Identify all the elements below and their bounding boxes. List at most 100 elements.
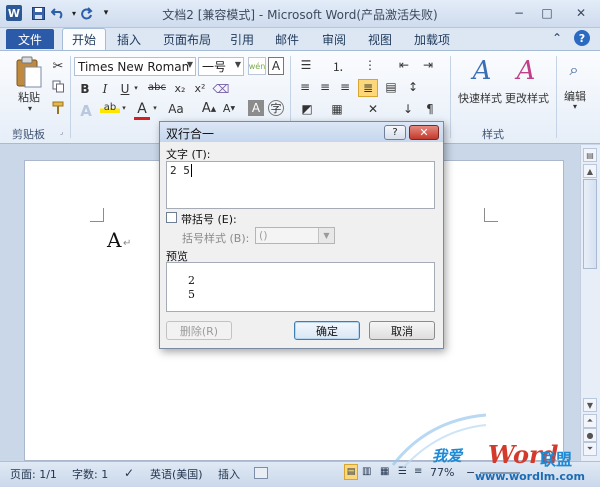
delete-button[interactable]: 删除(R) [166, 321, 232, 340]
show-marks-icon[interactable]: ¶ [420, 102, 440, 116]
multilevel-list-icon[interactable]: ⋮ [360, 58, 380, 72]
tab-references[interactable]: 引用 [230, 31, 254, 48]
status-word-count[interactable]: 字数: 1 [72, 466, 108, 482]
bullets-icon[interactable]: ☰ [296, 58, 316, 72]
paste-dropdown-icon[interactable]: ▾ [25, 104, 35, 113]
paste-icon[interactable] [14, 56, 44, 90]
format-painter-icon[interactable] [50, 100, 66, 116]
bracket-checkbox[interactable] [166, 212, 177, 223]
strikethrough-button[interactable]: abc [146, 82, 168, 93]
status-language[interactable]: 英语(美国) [150, 466, 203, 482]
full-screen-reading-icon[interactable]: ▥ [362, 466, 371, 477]
customize-quick-access-icon[interactable]: ▾ [98, 5, 114, 21]
align-center-icon[interactable]: ≡ [316, 80, 334, 94]
editing-dropdown-icon[interactable]: ▾ [570, 102, 580, 111]
bracket-checkbox-label[interactable]: 带括号 (E): [181, 211, 237, 227]
change-styles-button[interactable]: 更改样式 [502, 90, 552, 106]
clear-formatting-icon[interactable]: ⌫ [212, 82, 230, 96]
scroll-down-icon[interactable]: ▼ [583, 398, 597, 412]
copy-icon[interactable] [50, 78, 66, 94]
tab-page-layout[interactable]: 页面布局 [163, 31, 211, 48]
subscript-button[interactable]: x₂ [172, 82, 188, 95]
redo-icon[interactable] [78, 5, 94, 21]
select-browse-object-icon[interactable]: ● [583, 428, 597, 442]
clipboard-launcher-icon[interactable]: ⌟ [60, 128, 63, 136]
underline-button[interactable]: U [118, 82, 132, 96]
tab-addins[interactable]: 加载项 [414, 31, 450, 48]
text-input[interactable]: 2 5 [166, 161, 435, 209]
tab-mailings[interactable]: 邮件 [275, 31, 299, 48]
quick-styles-button[interactable]: 快速样式 [456, 90, 504, 106]
chevron-down-icon[interactable]: ▼ [235, 60, 241, 69]
dialog-help-button[interactable]: ? [384, 125, 406, 140]
font-color-dropdown-icon[interactable]: ▾ [151, 104, 159, 112]
next-page-icon[interactable]: ⏷ [583, 442, 597, 456]
tab-view[interactable]: 视图 [368, 31, 392, 48]
document-text[interactable]: A [107, 228, 121, 252]
status-page[interactable]: 页面: 1/1 [10, 466, 57, 482]
change-styles-icon[interactable]: A [506, 56, 546, 86]
justify-icon[interactable]: ≣ [358, 79, 378, 97]
proofing-icon[interactable]: ✓ [124, 466, 134, 480]
increase-indent-icon[interactable]: ⇥ [418, 58, 438, 72]
bold-button[interactable]: B [78, 82, 92, 96]
cancel-button[interactable]: 取消 [369, 321, 435, 340]
tab-file[interactable]: 文件 [6, 29, 54, 49]
paste-button[interactable]: 粘贴 [12, 90, 46, 104]
font-name-combo[interactable]: Times New Roman ▼ [74, 57, 196, 76]
italic-button[interactable]: I [98, 82, 112, 96]
line-spacing-icon[interactable]: ↕ [404, 80, 422, 94]
highlight-dropdown-icon[interactable]: ▾ [120, 104, 128, 112]
text-caret [190, 164, 192, 177]
distributed-icon[interactable]: ▤ [382, 80, 400, 94]
status-insert-mode[interactable]: 插入 [218, 466, 240, 482]
grow-font-icon[interactable]: A ▲ [202, 101, 216, 116]
close-window-button[interactable]: ✕ [566, 4, 596, 22]
borders-icon[interactable]: ▦ [326, 102, 348, 116]
ruler-toggle-icon[interactable]: ▤ [583, 148, 597, 162]
numbering-icon[interactable]: ⒈ [328, 58, 348, 75]
tab-home[interactable]: 开始 [72, 31, 96, 48]
shrink-font-icon[interactable]: A ▼ [222, 102, 236, 115]
save-icon[interactable] [30, 5, 46, 21]
find-binoculars-icon[interactable]: ⌕ [564, 58, 584, 82]
character-shading-icon[interactable]: A [248, 100, 264, 116]
undo-icon[interactable] [50, 5, 66, 21]
cut-icon[interactable]: ✂ [50, 58, 66, 74]
dialog-close-button[interactable]: ✕ [409, 125, 439, 140]
align-left-icon[interactable]: ≡ [296, 80, 314, 94]
preview-box [166, 262, 435, 312]
chevron-down-icon[interactable]: ▼ [187, 60, 193, 69]
ribbon-separator [556, 56, 557, 138]
decrease-indent-icon[interactable]: ⇤ [394, 58, 414, 72]
sort-icon[interactable]: ↓ [398, 102, 418, 116]
scrollbar-thumb[interactable] [583, 179, 597, 269]
restore-button[interactable]: □ [536, 4, 558, 22]
change-case-icon[interactable]: Aa [164, 102, 188, 116]
enclose-characters-icon[interactable]: 字 [268, 100, 284, 116]
shading-icon[interactable]: ◩ [296, 102, 318, 116]
align-right-icon[interactable]: ≡ [336, 80, 354, 94]
highlight-icon[interactable]: ab [100, 102, 120, 113]
word-logo-icon[interactable]: W [6, 5, 22, 21]
watermark-text: 我爱 [432, 447, 463, 465]
ok-button[interactable]: 确定 [294, 321, 360, 340]
help-icon[interactable]: ? [574, 30, 590, 46]
underline-dropdown-icon[interactable]: ▾ [132, 84, 140, 92]
tab-insert[interactable]: 插入 [117, 31, 141, 48]
font-color-icon[interactable]: A [134, 101, 150, 120]
phonetic-guide-icon[interactable]: wén [248, 57, 266, 75]
superscript-button[interactable]: x² [192, 82, 208, 95]
previous-page-icon[interactable]: ⏶ [583, 414, 597, 428]
character-border-icon[interactable]: A [268, 57, 284, 75]
font-size-combo[interactable]: 一号 ▼ [198, 57, 244, 76]
minimize-ribbon-icon[interactable]: ⌃ [552, 31, 562, 45]
scroll-up-icon[interactable]: ▲ [583, 164, 597, 178]
quick-styles-icon[interactable]: A [462, 56, 502, 86]
chinese-layout-icon[interactable]: ✕ [362, 102, 384, 116]
print-layout-view-icon[interactable]: ▤ [344, 464, 358, 480]
macro-record-icon[interactable] [254, 467, 268, 479]
tab-review[interactable]: 审阅 [322, 31, 346, 48]
text-effects-icon[interactable]: A [76, 102, 96, 120]
minimize-button[interactable]: − [508, 4, 530, 22]
